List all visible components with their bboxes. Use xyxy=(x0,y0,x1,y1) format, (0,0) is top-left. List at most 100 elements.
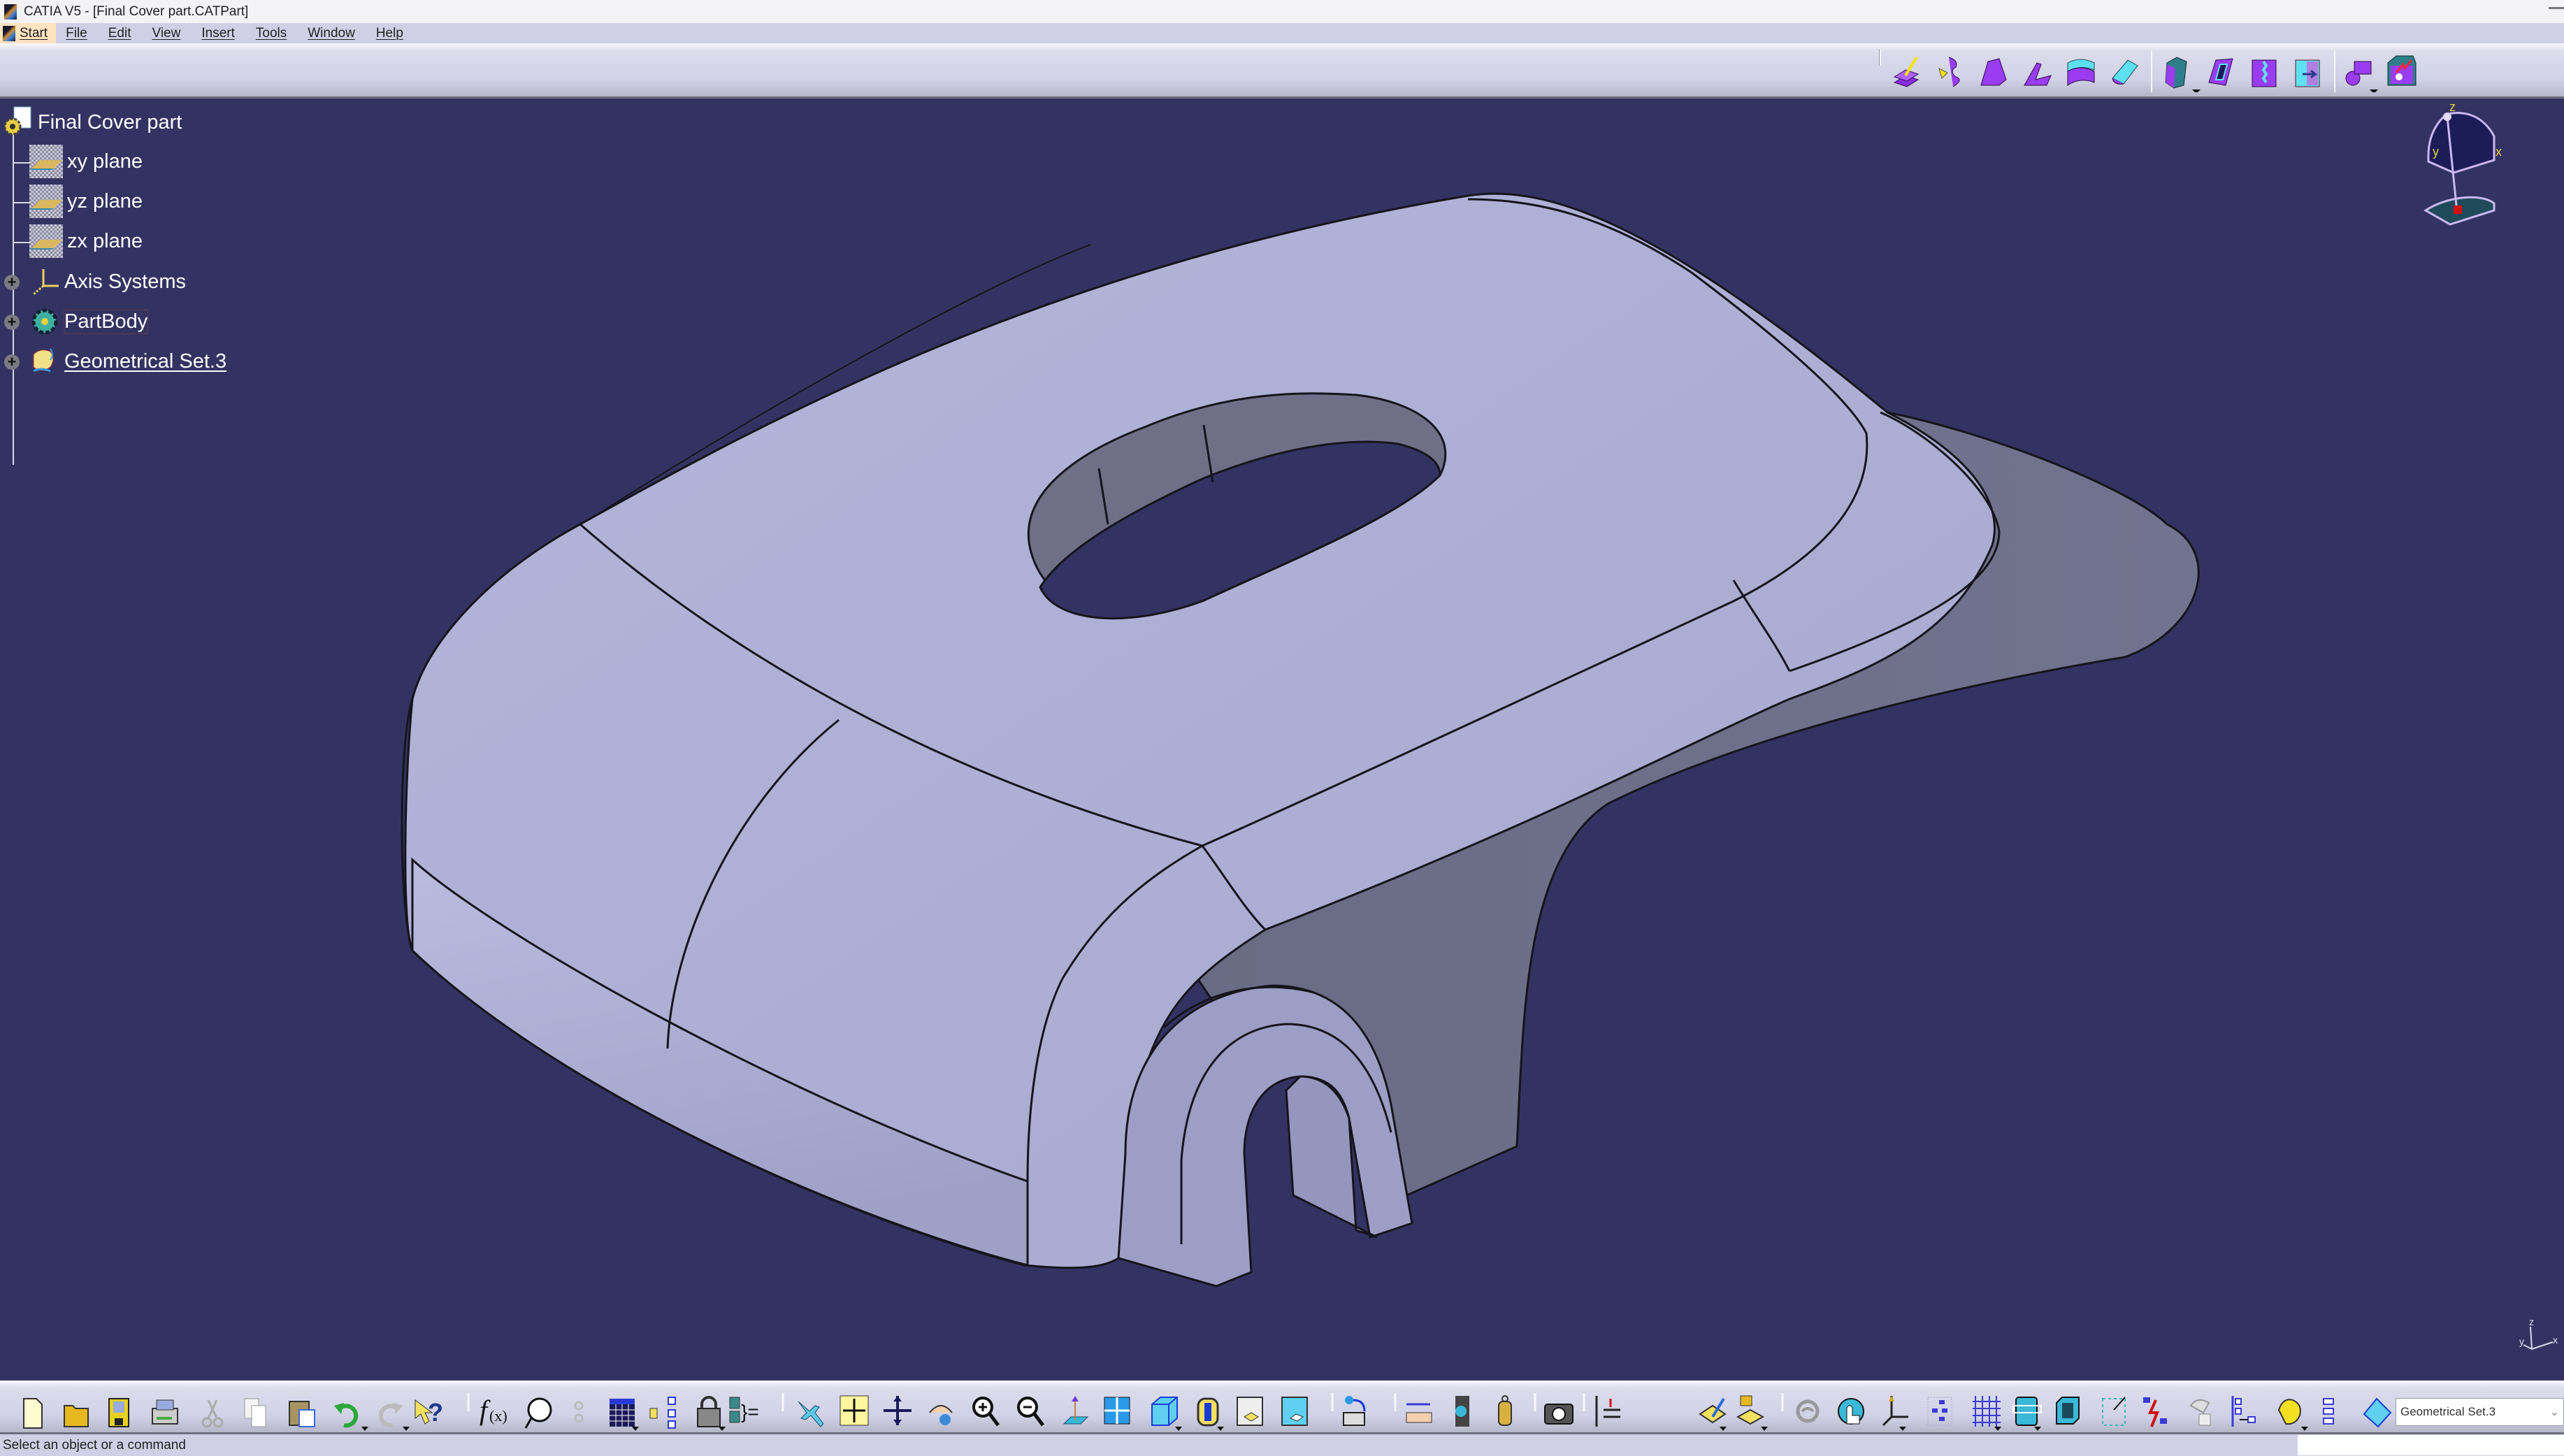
split-body-icon[interactable] xyxy=(2387,55,2417,86)
tree-item-partbody[interactable]: PartBody xyxy=(29,308,149,336)
shell-icon[interactable] xyxy=(2208,58,2233,86)
publish-icon[interactable] xyxy=(2189,1399,2211,1426)
expand-axis-systems-button[interactable]: + xyxy=(4,273,20,291)
open-icon[interactable] xyxy=(64,1405,89,1427)
minimize-button[interactable] xyxy=(2549,7,2564,9)
draft-icon[interactable] xyxy=(2165,57,2187,89)
expand-partbody-button[interactable]: + xyxy=(4,313,20,331)
break-icon[interactable] xyxy=(2143,1397,2167,1427)
tree-item-geometrical-set[interactable]: Geometrical Set.3 xyxy=(29,347,226,375)
tree-item-axis-systems[interactable]: Axis Systems xyxy=(29,268,186,296)
new-icon[interactable] xyxy=(23,1398,43,1429)
multi-view-icon[interactable] xyxy=(1104,1397,1130,1425)
zoom-out-icon[interactable] xyxy=(1017,1397,1044,1427)
scan-icon[interactable] xyxy=(1796,1399,1820,1423)
grid-icon[interactable] xyxy=(1973,1396,2001,1427)
fit-all-icon[interactable] xyxy=(840,1395,869,1426)
knowledge-advisor-icon[interactable] xyxy=(524,1397,552,1429)
fly-mode-icon[interactable] xyxy=(798,1401,824,1427)
catalog-icon[interactable] xyxy=(2277,1399,2301,1425)
lock-dropdown[interactable] xyxy=(719,1427,726,1431)
part-model[interactable] xyxy=(0,99,2564,1381)
catalog-dropdown[interactable] xyxy=(2301,1427,2308,1431)
relations-icon[interactable] xyxy=(649,1397,676,1429)
shading-dropdown[interactable] xyxy=(1217,1427,1224,1431)
menu-item-tools[interactable]: Tools xyxy=(256,26,287,41)
remove-face-icon[interactable] xyxy=(2295,59,2320,87)
pad-icon[interactable] xyxy=(1893,56,1920,87)
hide-show-icon[interactable] xyxy=(1237,1397,1263,1426)
frame-icon[interactable] xyxy=(2102,1397,2126,1426)
tree-item-zx-plane[interactable]: zx plane xyxy=(29,224,143,258)
tree-item-xy-plane[interactable]: xy plane xyxy=(29,145,143,178)
print-icon[interactable] xyxy=(152,1399,178,1425)
fillet-icon[interactable] xyxy=(2112,59,2138,85)
swap-visible-icon[interactable] xyxy=(1281,1397,1308,1426)
analysis-icon[interactable] xyxy=(1595,1396,1620,1427)
compass[interactable]: z y x xyxy=(2405,99,2544,231)
whats-this-icon[interactable]: ? xyxy=(415,1398,443,1427)
menu-item-view[interactable]: View xyxy=(152,26,181,41)
axis-system-icon[interactable] xyxy=(1882,1396,1908,1427)
current-body-selector[interactable]: Geometrical Set.3 ⌄ xyxy=(2396,1398,2564,1426)
tree-root[interactable]: Final Cover part xyxy=(3,106,182,136)
table-dropdown[interactable] xyxy=(632,1427,639,1431)
menu-item-start[interactable]: Start xyxy=(20,26,48,41)
point-repetition-icon[interactable] xyxy=(1927,1397,1952,1426)
thickness-icon[interactable] xyxy=(2252,59,2277,87)
bbox-dropdown[interactable] xyxy=(2034,1427,2041,1431)
sketch-positioned-icon[interactable] xyxy=(1736,1395,1765,1425)
manipulation-icon[interactable] xyxy=(1838,1398,1864,1425)
redo-dropdown[interactable] xyxy=(403,1427,410,1431)
rib-icon[interactable] xyxy=(1980,58,2007,86)
measure-between-icon[interactable] xyxy=(1406,1403,1432,1423)
reorder-icon[interactable] xyxy=(2231,1396,2256,1427)
design-table-link-icon[interactable] xyxy=(574,1401,584,1423)
menu-item-edit[interactable]: Edit xyxy=(108,26,131,41)
menu-item-file[interactable]: File xyxy=(66,26,87,41)
iso-view-icon[interactable] xyxy=(1151,1397,1178,1426)
stiffener-icon[interactable] xyxy=(2024,62,2052,86)
tree-item-yz-plane[interactable]: yz plane xyxy=(29,185,143,218)
menu-start[interactable]: Start xyxy=(0,23,57,43)
rotate-icon[interactable] xyxy=(929,1405,953,1425)
update-icon[interactable] xyxy=(1343,1396,1366,1426)
thick-surface-icon[interactable] xyxy=(2067,59,2095,86)
pan-icon[interactable] xyxy=(884,1396,912,1425)
sketch-icon[interactable] xyxy=(1699,1397,1727,1424)
table-icon[interactable] xyxy=(610,1399,635,1427)
expand-geometrical-set-button[interactable]: + xyxy=(4,353,20,370)
list-icon[interactable] xyxy=(2323,1398,2334,1425)
view-dropdown[interactable] xyxy=(1175,1427,1182,1431)
capture-icon[interactable] xyxy=(1544,1404,1573,1425)
menu-item-window[interactable]: Window xyxy=(308,26,355,41)
undo-dropdown[interactable] xyxy=(361,1427,368,1431)
3d-viewport[interactable]: Final Cover part xy plane yz plane zx pl… xyxy=(0,99,2564,1381)
shading-icon[interactable] xyxy=(1197,1397,1219,1427)
undo-icon[interactable] xyxy=(334,1403,359,1428)
sketch-dropdown[interactable] xyxy=(1720,1427,1727,1431)
copy-icon[interactable] xyxy=(244,1398,266,1427)
axis-dropdown[interactable] xyxy=(1899,1427,1906,1431)
paste-icon[interactable] xyxy=(289,1401,315,1427)
measure-inertia-icon[interactable] xyxy=(1498,1395,1512,1426)
sketch-positioned-dropdown[interactable] xyxy=(1761,1427,1768,1431)
measure-item-icon[interactable] xyxy=(1455,1396,1469,1427)
menu-item-help[interactable]: Help xyxy=(376,26,403,41)
box-icon[interactable] xyxy=(2056,1397,2080,1425)
command-input[interactable] xyxy=(2298,1435,2564,1455)
grid-dropdown[interactable] xyxy=(1994,1427,2001,1431)
transformation-icon[interactable] xyxy=(2345,61,2372,86)
geometrical-set-icon[interactable] xyxy=(2363,1397,2392,1428)
normal-view-icon[interactable] xyxy=(1063,1396,1089,1425)
menu-item-insert[interactable]: Insert xyxy=(201,26,235,41)
multi-section-icon[interactable] xyxy=(1938,57,1960,87)
lock-icon[interactable] xyxy=(697,1396,721,1427)
bounding-box-icon[interactable] xyxy=(2012,1397,2042,1426)
parameters-icon[interactable]: }= xyxy=(729,1397,759,1423)
redo-icon[interactable] xyxy=(378,1403,403,1428)
cut-icon[interactable] xyxy=(201,1399,224,1428)
toolbar-grip[interactable] xyxy=(1879,49,1881,66)
zoom-in-icon[interactable] xyxy=(972,1397,1000,1427)
save-icon[interactable] xyxy=(108,1398,129,1427)
